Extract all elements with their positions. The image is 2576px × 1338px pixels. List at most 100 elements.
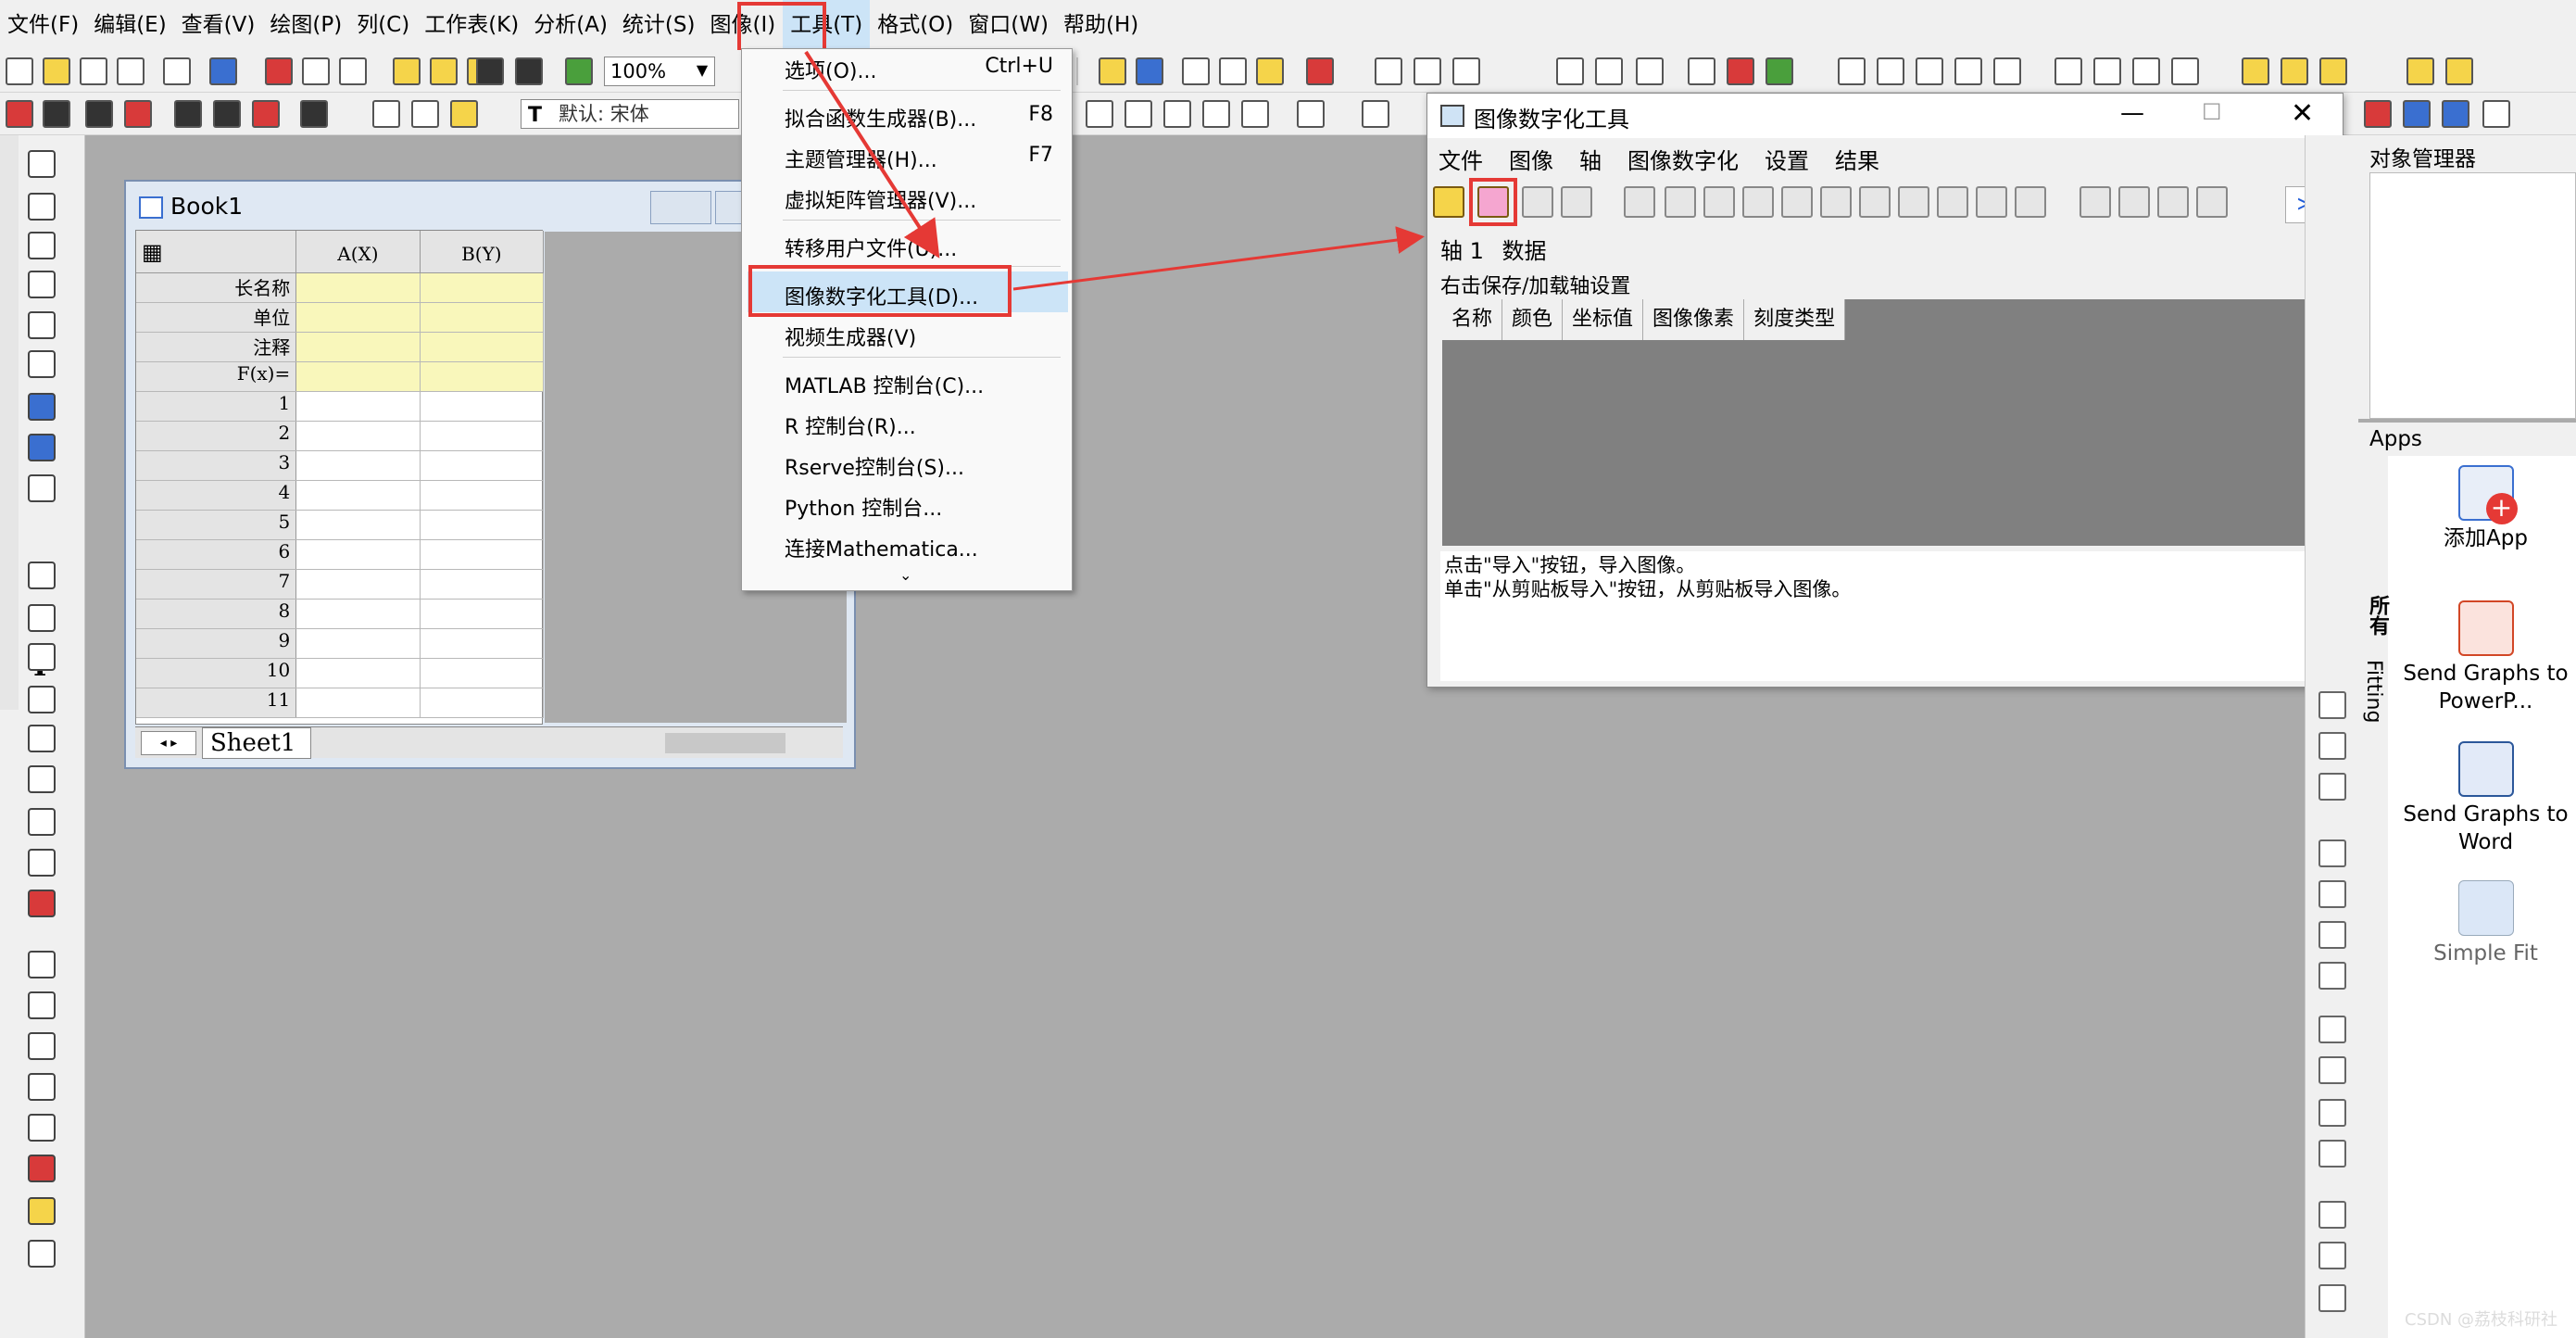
eraser-icon[interactable] bbox=[1937, 186, 1968, 218]
grid-cell[interactable] bbox=[421, 451, 545, 480]
paste-icon[interactable] bbox=[450, 100, 478, 128]
grid-cell[interactable] bbox=[421, 659, 545, 688]
scale-icon[interactable] bbox=[28, 271, 56, 298]
next-icon[interactable] bbox=[2132, 57, 2160, 85]
sort-icon[interactable] bbox=[1452, 57, 1480, 85]
menu-item-video-builder[interactable]: 视频生成器(V) bbox=[785, 322, 916, 351]
grid-corner-icon[interactable]: ▦ bbox=[136, 231, 297, 272]
grid-cell[interactable] bbox=[296, 659, 421, 688]
auto-trace-icon[interactable] bbox=[1781, 186, 1813, 218]
to-graph-icon[interactable] bbox=[2118, 186, 2150, 218]
save-template-icon[interactable] bbox=[515, 57, 543, 85]
graph-side-tool-1-icon[interactable] bbox=[2318, 691, 2346, 719]
worksheet-tool-4-icon[interactable] bbox=[124, 100, 152, 128]
pointer-icon[interactable] bbox=[28, 150, 56, 178]
copy-icon[interactable] bbox=[411, 100, 439, 128]
menu-worksheet[interactable]: 工作表(K) bbox=[417, 0, 526, 50]
new-layout-icon[interactable] bbox=[302, 57, 330, 85]
grid-cell[interactable] bbox=[420, 303, 545, 332]
sum-icon[interactable] bbox=[1375, 57, 1402, 85]
message-log-icon[interactable] bbox=[2406, 57, 2434, 85]
grid-cell[interactable] bbox=[421, 629, 545, 658]
move-image-icon[interactable] bbox=[1561, 186, 1592, 218]
close-icon[interactable]: ✕ bbox=[2291, 97, 2314, 130]
graph-side-tool-2-icon[interactable] bbox=[2318, 732, 2346, 760]
draw-data-icon[interactable] bbox=[28, 474, 56, 502]
grid-point-icon[interactable] bbox=[2015, 186, 2046, 218]
grid-cell[interactable] bbox=[421, 392, 545, 421]
new-project-icon[interactable] bbox=[6, 57, 33, 85]
drop-line-icon[interactable] bbox=[1898, 186, 1929, 218]
horizontal-scrollbar[interactable] bbox=[665, 733, 785, 753]
maximize-icon[interactable]: ☐ bbox=[2202, 99, 2222, 125]
grid-cell[interactable] bbox=[296, 362, 421, 391]
image-digitizer-window[interactable]: 图像数字化工具 — ☐ ✕ 文件 图像 轴 图像数字化 设置 结果 ≫ 轴 1 … bbox=[1426, 93, 2344, 688]
menu-item-virtual-matrix-manager[interactable]: 虚拟矩阵管理器(V)... bbox=[785, 184, 976, 214]
grid-cell[interactable] bbox=[420, 333, 545, 361]
app-simple-fit[interactable]: Simple Fit bbox=[2395, 880, 2576, 967]
app-send-to-word[interactable]: Send Graphs to Word bbox=[2395, 741, 2576, 856]
grid-cell[interactable] bbox=[296, 688, 421, 717]
row-number[interactable]: 8 bbox=[136, 600, 297, 628]
graph-side-tool-10-icon[interactable] bbox=[2318, 1099, 2346, 1127]
worksheet-tool-1-icon[interactable] bbox=[6, 100, 33, 128]
graph-side-tool-4-icon[interactable] bbox=[2318, 839, 2346, 867]
worksheet-tool-5-icon[interactable] bbox=[174, 100, 202, 128]
clear-icon[interactable] bbox=[2196, 186, 2228, 218]
sheet-tab[interactable]: Sheet1 bbox=[202, 727, 311, 759]
clock-tool-icon[interactable] bbox=[28, 1155, 56, 1182]
worksheet-tool-3-icon[interactable] bbox=[85, 100, 113, 128]
region-tool-icon[interactable] bbox=[28, 393, 56, 421]
digitizer-menu-axis[interactable]: 轴 bbox=[1579, 143, 1602, 175]
graph-side-tool-13-icon[interactable] bbox=[2318, 1242, 2346, 1269]
sheet-nav-buttons[interactable]: ◂ ▸ bbox=[141, 731, 196, 755]
menu-item-theme-manager[interactable]: 主题管理器(H)... bbox=[785, 144, 937, 173]
apps-tab-all[interactable]: 所有 bbox=[2362, 595, 2392, 636]
arrow-tool-icon[interactable] bbox=[28, 604, 56, 632]
graph-tool-2-icon[interactable] bbox=[2403, 100, 2431, 128]
menu-statistics[interactable]: 统计(S) bbox=[615, 0, 703, 50]
row-number[interactable]: 7 bbox=[136, 570, 297, 599]
row-number[interactable]: 11 bbox=[136, 688, 297, 717]
annotation-icon[interactable] bbox=[28, 562, 56, 589]
hand-tool-icon[interactable] bbox=[28, 725, 56, 752]
grid-cell[interactable] bbox=[421, 688, 545, 717]
data-reader-tool-icon[interactable] bbox=[28, 350, 56, 378]
docked-panels-strip[interactable] bbox=[0, 135, 19, 710]
new-graph-icon[interactable] bbox=[117, 57, 145, 85]
row-number[interactable]: 10 bbox=[136, 659, 297, 688]
digitizer-menu-settings[interactable]: 设置 bbox=[1765, 143, 1809, 175]
graph-side-tool-5-icon[interactable] bbox=[2318, 880, 2346, 908]
grid-cell[interactable] bbox=[421, 422, 545, 450]
apps-tab-fitting[interactable]: Fitting bbox=[2362, 660, 2385, 723]
menu-column[interactable]: 列(C) bbox=[349, 0, 417, 50]
rotate-image-icon[interactable] bbox=[1522, 186, 1553, 218]
grid-cell[interactable] bbox=[296, 511, 421, 539]
set-z-icon[interactable] bbox=[1916, 57, 1943, 85]
new-workbook-icon[interactable] bbox=[80, 57, 107, 85]
worksheet-tool-7-icon[interactable] bbox=[252, 100, 280, 128]
to-worksheet-icon[interactable] bbox=[2080, 186, 2111, 218]
manual-trace-icon[interactable] bbox=[1820, 186, 1852, 218]
peak-icon[interactable] bbox=[2157, 186, 2189, 218]
menu-view[interactable]: 查看(V) bbox=[174, 0, 263, 50]
digitizer-menu-image[interactable]: 图像 bbox=[1509, 143, 1553, 175]
tab-axis-1[interactable]: 轴 1 bbox=[1440, 238, 1484, 264]
grid-cell[interactable] bbox=[296, 570, 421, 599]
graph-side-tool-12-icon[interactable] bbox=[2318, 1201, 2346, 1229]
digitizer-menu-digitize[interactable]: 图像数字化 bbox=[1627, 143, 1739, 175]
menu-item-transfer-user-files[interactable]: 转移用户文件(U)... bbox=[785, 233, 957, 262]
grid-cell[interactable] bbox=[421, 600, 545, 628]
grid-cell[interactable] bbox=[421, 540, 545, 569]
open-icon[interactable] bbox=[43, 57, 70, 85]
menu-item-fitting-function-builder[interactable]: 拟合函数生成器(B)... bbox=[785, 103, 976, 133]
code-builder-icon[interactable] bbox=[1256, 57, 1284, 85]
axis-xy-icon[interactable] bbox=[1665, 186, 1696, 218]
open-excel-icon[interactable] bbox=[430, 57, 458, 85]
folder-tool-icon[interactable] bbox=[28, 1197, 56, 1225]
row-number[interactable]: 6 bbox=[136, 540, 297, 569]
screen-reader-icon[interactable] bbox=[28, 311, 56, 339]
grid-cell[interactable] bbox=[296, 422, 421, 450]
graph-side-tool-3-icon[interactable] bbox=[2318, 773, 2346, 801]
header-color[interactable]: 颜色 bbox=[1502, 299, 1564, 340]
